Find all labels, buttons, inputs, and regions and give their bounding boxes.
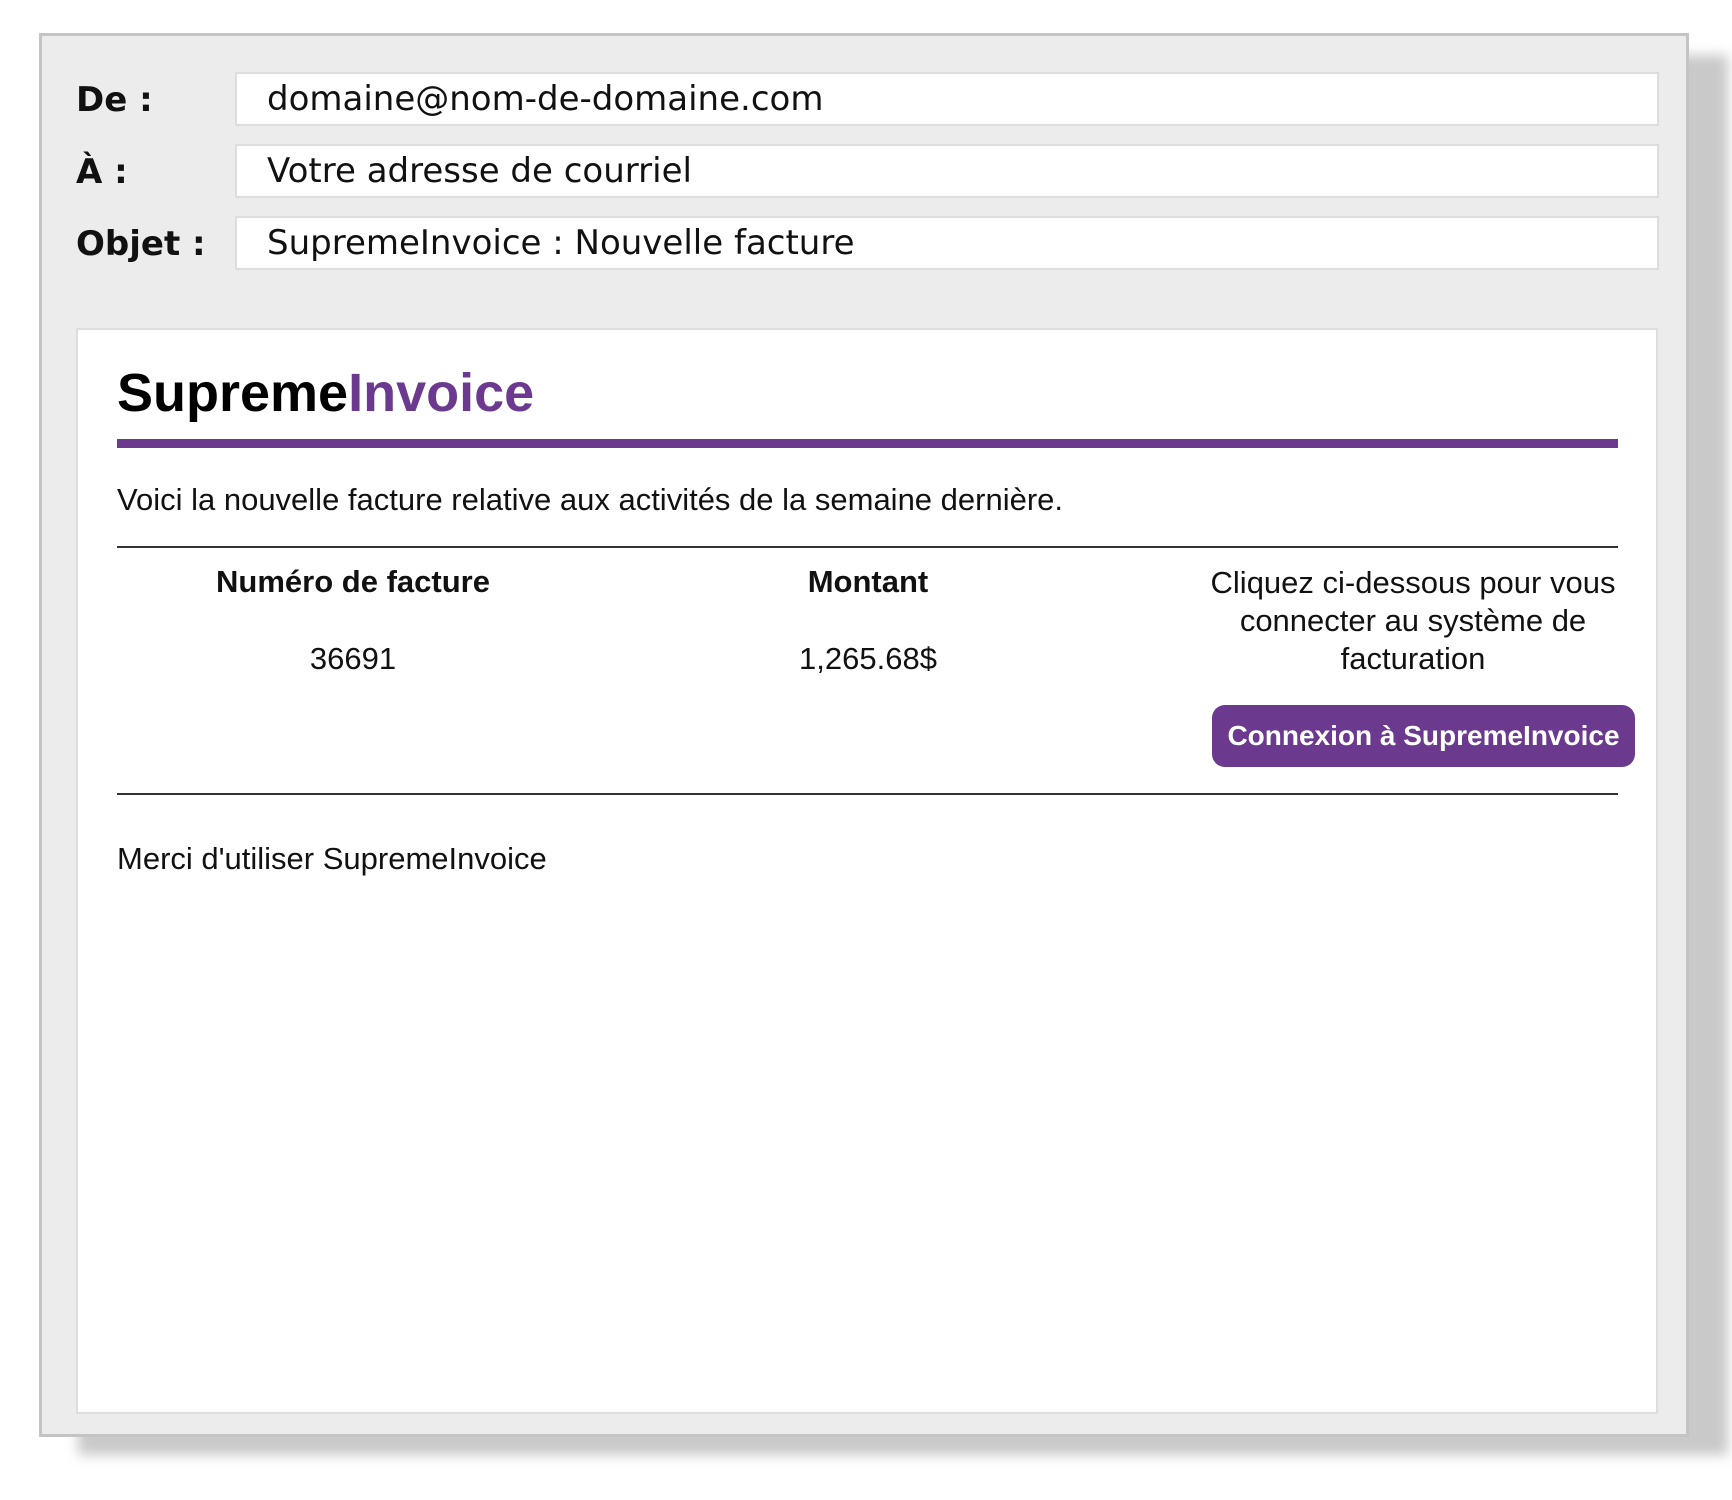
from-label: De : [76, 80, 153, 120]
subject-label: Objet : [76, 224, 206, 264]
login-prompt: Cliquez ci-dessous pour vous connecter a… [1210, 565, 1616, 676]
to-label: À : [76, 152, 128, 192]
brand-divider [117, 439, 1618, 448]
email-body: SupremeInvoice Voici la nouvelle facture… [76, 328, 1658, 1414]
invoice-number-header: Numéro de facture [216, 564, 490, 599]
subject-field[interactable]: SupremeInvoice : Nouvelle facture [235, 216, 1659, 270]
brand-name-part2: Invoice [348, 363, 535, 423]
email-window: De : domaine@nom-de-domaine.com À : Votr… [39, 33, 1689, 1437]
brand-logo: SupremeInvoice [117, 366, 534, 420]
brand-name-part1: Supreme [117, 363, 349, 423]
login-button[interactable]: Connexion à SupremeInvoice [1212, 705, 1635, 767]
amount-value: 1,265.68$ [799, 641, 937, 676]
amount-header: Montant [807, 564, 929, 599]
table-bottom-divider [117, 793, 1618, 795]
invoice-number-value: 36691 [309, 641, 397, 676]
thanks-text: Merci d'utiliser SupremeInvoice [117, 841, 547, 876]
intro-text: Voici la nouvelle facture relative aux a… [117, 482, 1064, 517]
from-field[interactable]: domaine@nom-de-domaine.com [235, 72, 1659, 126]
table-top-divider [117, 546, 1618, 548]
to-field[interactable]: Votre adresse de courriel [235, 144, 1659, 198]
